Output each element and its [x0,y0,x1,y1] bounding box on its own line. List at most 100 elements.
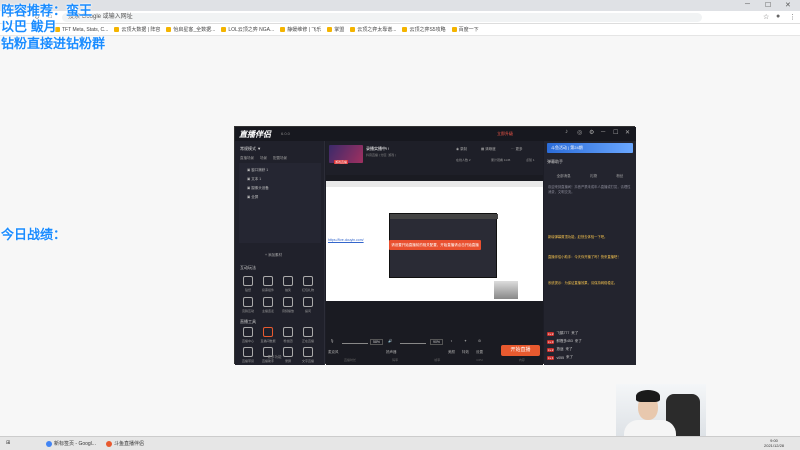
tool-icon[interactable] [243,327,253,337]
room-header: 游戏直播 录播实播中! ! 抖音直播 | 分区: 游戏 | ◉ 录制 ▦ 清晰度… [326,141,543,175]
start-icon[interactable]: ⊞ [6,440,10,446]
tool-label: 录屏 [284,359,291,363]
speaker-icon[interactable]: 🔊 [388,339,392,343]
tab-all-messages[interactable]: 全部消息 [557,174,571,179]
stream-preview[interactable]: https://live.douyin.com/ 请设置开始直播前的相关配置，开… [326,181,543,301]
tool-icon[interactable] [243,297,253,307]
close-icon[interactable]: ✕ [625,129,630,136]
speaker-percent[interactable]: 90% [430,339,444,345]
mic-icon[interactable]: 🎙 [330,339,334,343]
tool-icon[interactable] [303,327,313,337]
bookmark[interactable]: 百度一下 [451,26,479,33]
add-source-button[interactable]: + 添加素材 [265,253,282,258]
tool-icon[interactable] [283,276,293,286]
tool-icon[interactable] [243,276,253,286]
scene-item[interactable]: ▣ 窗口捕获 1 [247,168,268,173]
tool-icon[interactable] [303,347,313,357]
bookmark[interactable]: 云顶大数据 | 阵容 [114,26,160,33]
bookmark-icon [166,27,172,32]
live-tools-title: 直播工具 [240,319,256,324]
bell-icon[interactable]: ♪ [565,129,568,135]
danmaku-title: 弹幕助手 [547,159,563,164]
taskbar-item[interactable]: 新标签页 - Googl... [46,440,96,447]
app-version: 6.0.0 [281,131,290,136]
viewer-row[interactable]: Lv.2 飞鹤777 来了 [547,331,578,336]
mic-percent[interactable]: 58% [370,339,384,345]
record-icon[interactable]: ◉ 录制 [456,147,467,152]
close-icon[interactable]: ✕ [785,1,791,9]
viewer-row[interactable]: Lv.3 鲜橙多453 来了 [547,339,582,344]
address-bar: ← → ↻ ⌂ 搜索 Google 或输入网址 ☆ ● ⋮ [0,11,800,24]
scene-item[interactable]: ▣ 全屏 [247,195,258,200]
address-input[interactable]: 搜索 Google 或输入网址 [62,13,702,22]
viewer-action: 来了 [574,339,582,343]
more-icon[interactable]: ⋯ 更多 [511,147,522,152]
browser-tab-bar: ─ ☐ ✕ [0,0,800,11]
mic-slider[interactable] [342,343,368,344]
tab-scene[interactable]: 场景 [260,156,267,161]
scene-item[interactable]: ▣ 摄像头设备 [247,186,269,191]
maximize-icon[interactable]: ☐ [765,1,771,9]
record-text: 今日战绩： [1,227,67,242]
bookmark-icon [451,27,457,32]
viewer-row[interactable]: Lv.1 v055 来了 [547,355,573,360]
tool-label: 文字直播 [301,359,314,363]
upgrade-link[interactable]: 立即升级 [497,131,513,137]
bookmark[interactable]: LOL云顶之弈 NGA... [221,26,274,33]
preview-browser-bar [326,181,543,187]
effects-icon[interactable]: ✦ [464,339,467,343]
headset-icon[interactable]: ◎ [577,129,582,136]
minimize-icon[interactable]: ─ [601,129,605,135]
taskbar-item[interactable]: 斗鱼直播伴侣 [106,440,144,447]
tool-icon[interactable] [243,347,253,357]
viewer-name: 旅途 [556,347,564,351]
settings-gear-icon[interactable]: ⚙ [478,339,481,343]
star-icon[interactable]: ☆ [763,13,769,21]
views-count: 累计观看 1145 [491,158,511,162]
room-title[interactable]: 录播实播中! ! [366,146,389,152]
chat-message: 直播伴侣小助手：今天你开播了吗？快来直播吧！ [548,255,621,259]
tool-label: 抽奖 [284,288,291,292]
tool-icon[interactable] [303,276,313,286]
tool-icon[interactable] [263,276,273,286]
bookmark[interactable]: 怡启星客_全数据... [166,26,215,33]
tool-icon[interactable] [303,297,313,307]
tool-label: 红包礼物 [301,288,314,292]
minimize-icon[interactable]: ─ [745,1,750,8]
speaker-label: 扬声器 [386,350,397,354]
tab-config-scene[interactable]: 配置场景 [273,156,287,161]
maximize-icon[interactable]: ☐ [613,129,618,136]
chat-message: 系统提示：为保证直播效果，请保持网络稳定。 [548,281,618,285]
settings-icon[interactable]: ⚙ [589,129,594,136]
tool-icon[interactable] [263,327,273,337]
scene-item[interactable]: ▣ 文本 1 [247,177,261,182]
tool-icon[interactable] [283,327,293,337]
tool-icon[interactable] [283,297,293,307]
viewer-action: 来了 [566,355,574,359]
bookmark-icon [221,27,227,32]
live-app-icon [106,440,112,447]
quality-icon[interactable]: ▦ 清晰度 [481,147,496,152]
tab-live-scene[interactable]: 直播场景 [240,156,254,161]
bookmark[interactable]: 云顶之弈S5攻略 [402,26,446,33]
event-banner[interactable]: 斗鱼活动 | 第24期 [547,143,633,153]
level-badge: Lv.2 [547,347,555,352]
bookmark[interactable]: 掌盟 [327,26,344,33]
tool-icon[interactable] [283,347,293,357]
profile-icon[interactable]: ● [776,13,780,20]
viewer-row[interactable]: Lv.2 旅途 来了 [547,347,572,352]
start-live-button[interactable]: 开始直播 [501,345,540,356]
tab-fans[interactable]: 粉丝 [616,174,623,179]
menu-icon[interactable]: ⋮ [789,13,796,21]
bookmark[interactable]: TFT Meta, Stats, C... [55,27,108,33]
mode-dropdown[interactable]: 常规模式 ▼ [240,146,261,152]
tool-label: 主播连麦 [261,309,274,313]
speaker-slider[interactable] [400,343,426,344]
tool-icon[interactable] [263,297,273,307]
bookmark-icon [280,27,286,32]
tab-gifts[interactable]: 礼物 [590,174,597,179]
beauty-icon[interactable]: ◑ [450,339,452,343]
bookmark[interactable]: 静媛维修 | 飞乐 [280,26,321,33]
bookmark[interactable]: 云顶之弈太靠谱... [350,26,396,33]
more-functions-button[interactable]: ··· 更多功能 [263,355,281,360]
